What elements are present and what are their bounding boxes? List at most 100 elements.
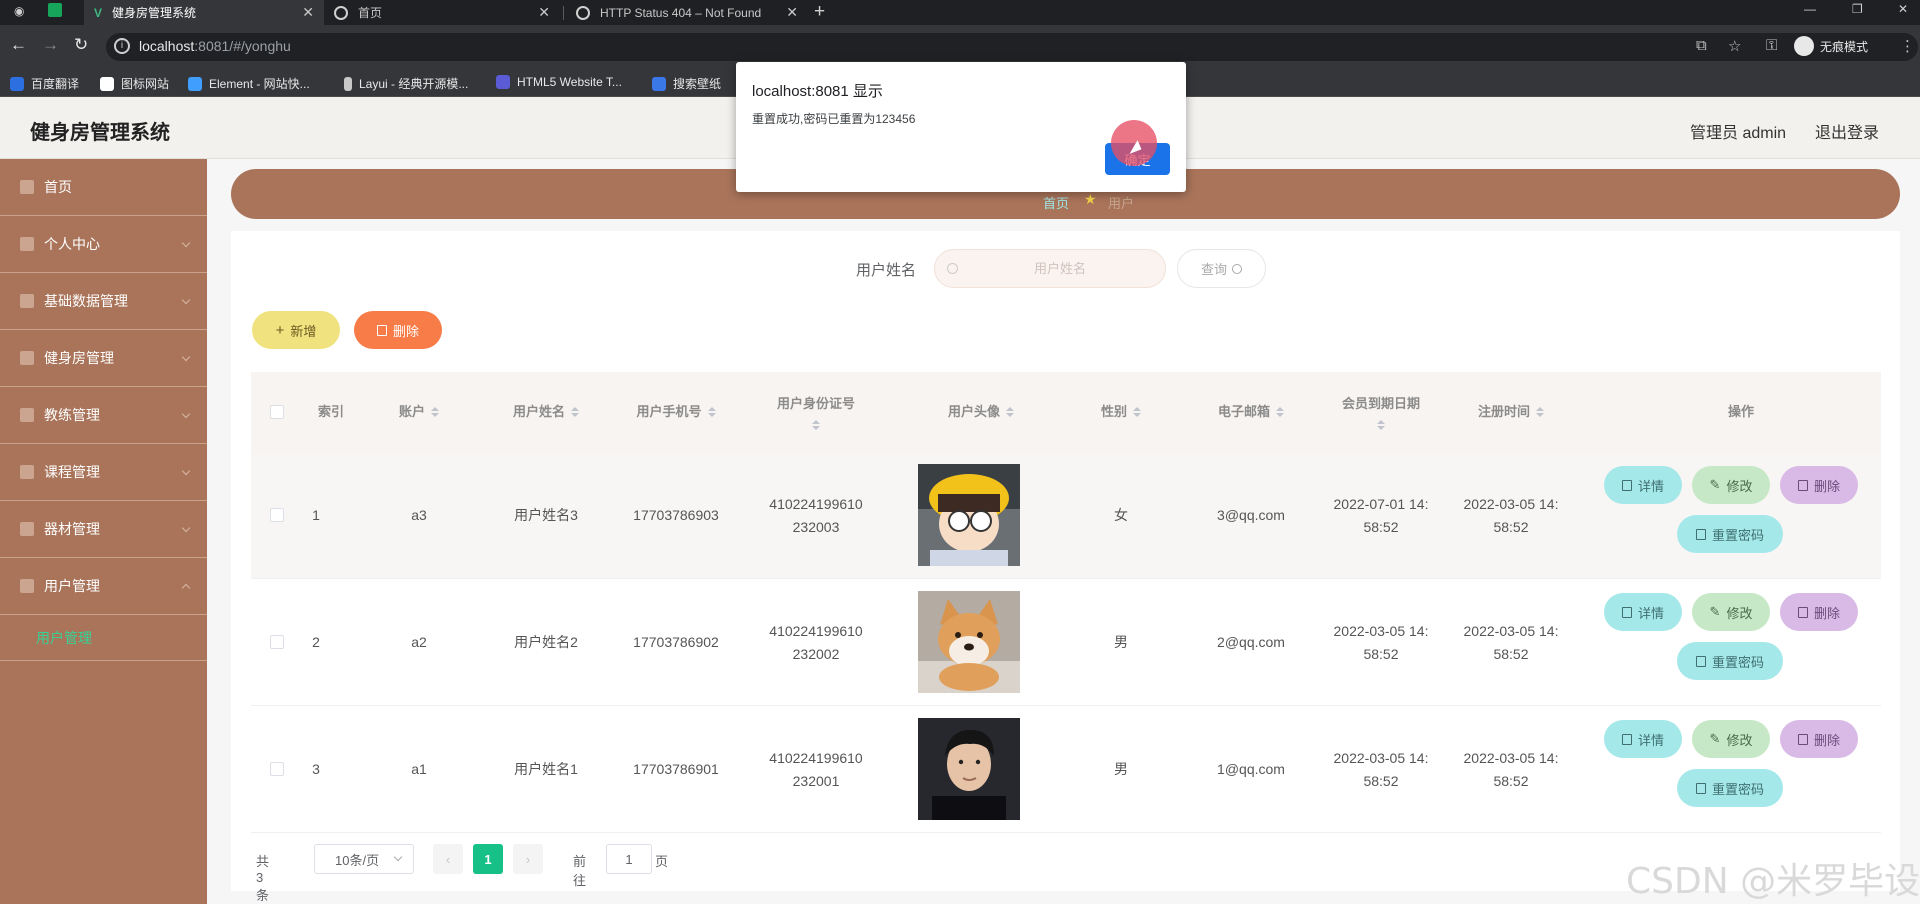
select-all-checkbox[interactable] xyxy=(270,405,284,419)
sort-icon[interactable] xyxy=(1133,407,1141,417)
minimize-icon[interactable]: — xyxy=(1804,2,1816,16)
bookmark-item[interactable]: 百度翻译 xyxy=(10,75,79,92)
col-account[interactable]: 账户 xyxy=(369,372,469,452)
page-number-current[interactable]: 1 xyxy=(473,844,503,874)
sidebar-item-profile[interactable]: 个人中心 xyxy=(0,216,207,273)
col-idcard[interactable]: 用户身份证号 xyxy=(751,372,881,452)
sort-icon[interactable] xyxy=(431,407,439,417)
translate-icon[interactable]: ⧉ xyxy=(1696,37,1707,54)
col-gender[interactable]: 性别 xyxy=(1081,372,1161,452)
reset-password-button[interactable]: 重置密码 xyxy=(1677,642,1783,680)
sort-icon[interactable] xyxy=(812,420,820,430)
goto-page-input[interactable]: 1 xyxy=(606,844,652,874)
delete-button[interactable]: 删除 xyxy=(1780,720,1858,758)
col-email[interactable]: 电子邮箱 xyxy=(1191,372,1311,452)
goto-label: 前往 xyxy=(573,854,587,888)
forward-icon[interactable]: → xyxy=(42,35,59,55)
edit-button[interactable]: ✎ 修改 xyxy=(1692,466,1770,504)
close-tab-icon[interactable]: ✕ xyxy=(538,4,550,21)
bookmark-label: 搜索壁纸 xyxy=(673,77,722,91)
col-phone[interactable]: 用户手机号 xyxy=(611,372,741,452)
detail-label: 详情 xyxy=(1637,732,1664,748)
sidebar-item-users[interactable]: 用户管理 xyxy=(0,558,207,615)
sort-icon[interactable] xyxy=(1536,407,1544,417)
delete-button[interactable]: 删除 xyxy=(1780,593,1858,631)
reset-password-button[interactable]: 重置密码 xyxy=(1677,515,1783,553)
sidebar-item-equipment[interactable]: 器材管理 xyxy=(0,501,207,558)
sort-icon[interactable] xyxy=(571,407,579,417)
back-icon[interactable]: ← xyxy=(10,35,27,55)
reset-password-button[interactable]: 重置密码 xyxy=(1677,769,1783,807)
sort-icon[interactable] xyxy=(1276,407,1284,417)
logout-button[interactable]: 退出登录 xyxy=(1815,119,1879,143)
tab-gym-system[interactable]: V 健身房管理系统 ✕ xyxy=(84,0,324,25)
browser-tabbar: ◉ V 健身房管理系统 ✕ 首页 ✕ HTTP Status 404 – Not… xyxy=(0,0,1920,25)
detail-button[interactable]: 详情 xyxy=(1604,466,1682,504)
sidebar-item-label: 健身房管理 xyxy=(44,350,114,366)
delete-button[interactable]: 删除 xyxy=(1780,466,1858,504)
bookmark-item[interactable]: HTML5 Website T... xyxy=(496,75,622,89)
reset-label: 重置密码 xyxy=(1711,781,1764,797)
address-bar[interactable]: i localhost:8081/#/yonghu xyxy=(106,33,1918,61)
sort-icon[interactable] xyxy=(1006,407,1014,417)
avatar-man-portrait[interactable] xyxy=(918,718,1020,820)
info-icon[interactable]: i xyxy=(114,38,130,54)
next-page-button[interactable]: › xyxy=(513,844,543,874)
window-close-icon[interactable]: ✕ xyxy=(1898,2,1908,16)
new-tab-icon[interactable]: + xyxy=(814,1,825,23)
row-checkbox[interactable] xyxy=(270,508,284,522)
detail-button[interactable]: 详情 xyxy=(1604,593,1682,631)
search-button[interactable]: 查询 xyxy=(1177,249,1266,288)
col-avatar[interactable]: 用户头像 xyxy=(911,372,1051,452)
star-icon[interactable]: ☆ xyxy=(1728,37,1741,55)
sidebar-item-coach[interactable]: 教练管理 xyxy=(0,387,207,444)
page-size-select[interactable]: 10条/页 xyxy=(314,844,414,874)
sidebar-item-gym[interactable]: 健身房管理 xyxy=(0,330,207,387)
sort-icon[interactable] xyxy=(708,407,716,417)
detail-button[interactable]: 详情 xyxy=(1604,720,1682,758)
key-icon[interactable]: ⚿ xyxy=(1766,37,1777,54)
sidebar-item-course[interactable]: 课程管理 xyxy=(0,444,207,501)
tab-404[interactable]: HTTP Status 404 – Not Found ✕ xyxy=(572,0,808,25)
col-expire[interactable]: 会员到期日期 xyxy=(1321,372,1441,452)
sidebar-item-home[interactable]: 首页 xyxy=(0,159,207,216)
reload-icon[interactable]: ↻ xyxy=(74,35,88,55)
sidebar-subitem-user-management[interactable]: 用户管理 xyxy=(0,615,207,661)
restore-icon[interactable]: ❐ xyxy=(1852,2,1863,16)
kebab-menu-icon[interactable]: ⋮ xyxy=(1900,37,1915,55)
tab-separator xyxy=(563,6,564,20)
batch-delete-button[interactable]: 删除 xyxy=(354,311,442,349)
avatar-shiba-dog[interactable] xyxy=(918,591,1020,693)
sidebar-item-basic-data[interactable]: 基础数据管理 xyxy=(0,273,207,330)
reset-label: 重置密码 xyxy=(1711,654,1764,670)
edit-button[interactable]: ✎ 修改 xyxy=(1692,593,1770,631)
bookmark-item[interactable]: 搜索壁纸 xyxy=(652,75,721,92)
tab-home[interactable]: 首页 ✕ xyxy=(330,0,560,25)
browser-menu-icon[interactable]: ◉ xyxy=(14,4,24,18)
pencil-icon: ✎ xyxy=(1709,477,1721,492)
row-checkbox[interactable] xyxy=(270,635,284,649)
user-icon xyxy=(20,237,34,251)
html5-bookmark-icon xyxy=(496,75,510,89)
sort-icon[interactable] xyxy=(1377,420,1385,430)
col-name[interactable]: 用户姓名 xyxy=(491,372,601,452)
tab-search-icon[interactable] xyxy=(48,3,62,17)
sidebar-item-label: 个人中心 xyxy=(44,236,100,252)
bookmark-item[interactable]: Element - 网站快... xyxy=(188,75,310,92)
col-registered[interactable]: 注册时间 xyxy=(1451,372,1571,452)
edit-button[interactable]: ✎ 修改 xyxy=(1692,720,1770,758)
header-label: 电子邮箱 xyxy=(1217,404,1270,419)
trash-icon xyxy=(1797,606,1808,618)
avatar-cartoon-girl[interactable] xyxy=(918,464,1020,566)
add-button[interactable]: + 新增 xyxy=(252,311,340,349)
incognito-badge[interactable]: 无痕模式 xyxy=(1794,36,1868,56)
breadcrumb-home[interactable]: 首页 xyxy=(1043,193,1069,212)
bookmark-item[interactable]: Layui - 经典开源模... xyxy=(344,75,468,92)
prev-page-button[interactable]: ‹ xyxy=(433,844,463,874)
close-tab-icon[interactable]: ✕ xyxy=(786,4,798,21)
bookmark-item[interactable]: 图标网站 xyxy=(100,75,169,92)
close-tab-icon[interactable]: ✕ xyxy=(302,4,314,21)
search-field[interactable] xyxy=(934,249,1166,288)
row-checkbox[interactable] xyxy=(270,762,284,776)
search-input[interactable] xyxy=(965,250,1155,287)
